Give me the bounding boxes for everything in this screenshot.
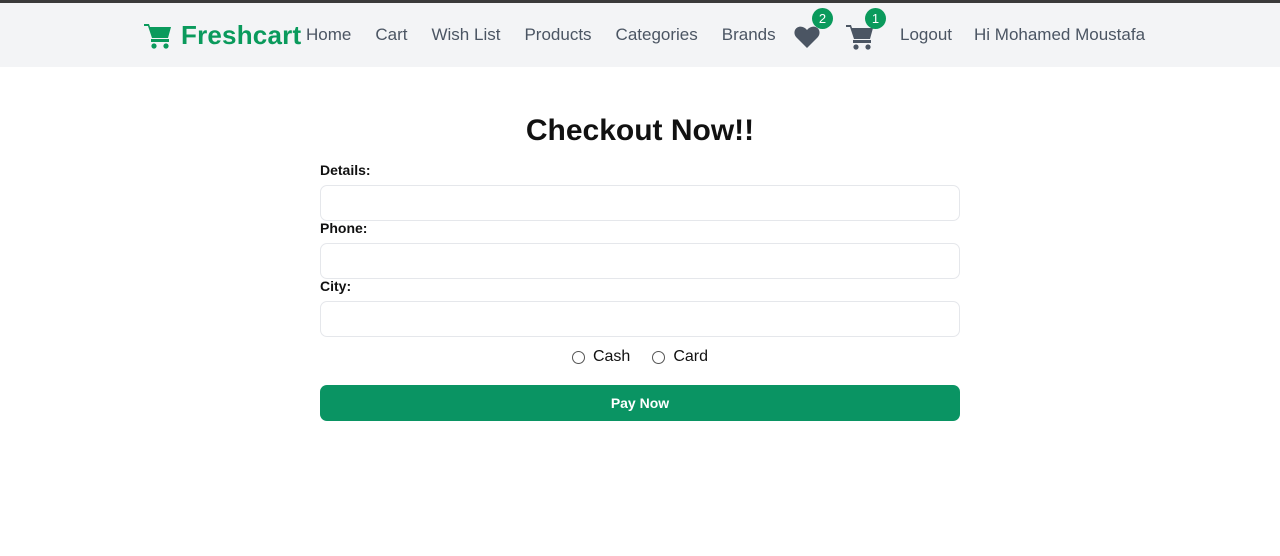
brand-name: Freshcart [181,20,302,50]
phone-label: Phone: [320,220,368,236]
payment-option-cash[interactable]: Cash [571,348,631,366]
nav-link-categories[interactable]: Categories [616,25,698,45]
cash-radio[interactable] [571,350,585,364]
card-label: Card [673,348,709,365]
user-greeting: Hi Mohamed Moustafa [974,25,1146,44]
details-input[interactable] [320,185,960,221]
card-radio[interactable] [652,350,666,364]
phone-input[interactable] [320,243,960,279]
cash-label: Cash [592,348,631,365]
shopping-cart-icon [144,23,171,49]
nav-link-home[interactable]: Home [306,25,351,45]
pay-now-button[interactable]: Pay Now [320,385,960,421]
nav-links: Home Cart Wish List Products Categories … [306,25,800,45]
details-label: Details: [320,162,371,178]
payment-method-group: Cash Card [0,348,1280,366]
cart-button[interactable]: 1 [845,8,886,51]
nav-link-brands[interactable]: Brands [722,25,776,45]
navbar: Freshcart Home Cart Wish List Products C… [0,3,1280,67]
nav-link-wishlist[interactable]: Wish List [431,25,500,45]
payment-option-card[interactable]: Card [652,348,708,366]
city-label: City: [320,278,352,294]
nav-link-products[interactable]: Products [524,25,591,45]
logout-link[interactable]: Logout [900,25,952,45]
nav-link-cart[interactable]: Cart [375,25,407,45]
brand-logo[interactable]: Freshcart [143,20,301,51]
wishlist-count-badge: 2 [812,8,833,29]
wishlist-button[interactable]: 2 [793,8,833,51]
city-input[interactable] [320,301,960,337]
cart-count-badge: 1 [865,8,886,29]
page-title: Checkout Now!! [525,114,755,147]
